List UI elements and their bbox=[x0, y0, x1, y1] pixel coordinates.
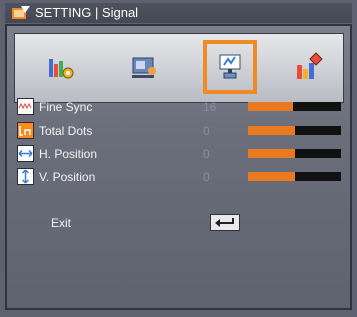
slider-total-dots[interactable] bbox=[248, 126, 341, 135]
osd-menu: SETTING | Signal Fine Sync 16 Total Dots… bbox=[0, 0, 357, 317]
menu-item-label: H. Position bbox=[39, 147, 98, 161]
display-settings-icon bbox=[132, 57, 156, 78]
slider-v-position[interactable] bbox=[248, 172, 341, 181]
menu-item-label: Total Dots bbox=[39, 124, 93, 138]
fine-sync-icon bbox=[17, 98, 34, 115]
options-icon bbox=[297, 52, 323, 79]
tab-setting[interactable] bbox=[203, 40, 257, 94]
menu-item-value: 16 bbox=[203, 100, 217, 114]
menu-item-fine-sync[interactable]: Fine Sync 16 bbox=[17, 97, 342, 117]
page-title: SETTING | Signal bbox=[35, 5, 139, 20]
tab-bar bbox=[14, 33, 344, 103]
tab-display[interactable] bbox=[117, 40, 171, 94]
setting-signal-icon bbox=[219, 54, 241, 79]
slider-fill bbox=[248, 126, 295, 135]
menu-item-total-dots[interactable]: Total Dots 0 bbox=[17, 121, 342, 141]
h-position-icon bbox=[17, 145, 34, 162]
menu-item-label: Fine Sync bbox=[39, 100, 93, 114]
enter-return-icon bbox=[215, 218, 234, 227]
slider-h-position[interactable] bbox=[248, 149, 341, 158]
setting-title-icon bbox=[12, 6, 30, 19]
menu-item-value: 0 bbox=[203, 147, 210, 161]
title-bar: SETTING | Signal bbox=[5, 3, 352, 23]
total-dots-icon bbox=[17, 122, 34, 139]
menu-item-label: V. Position bbox=[39, 170, 96, 184]
menu-item-h-position[interactable]: H. Position 0 bbox=[17, 144, 342, 164]
slider-fine-sync[interactable] bbox=[248, 102, 341, 111]
v-position-icon bbox=[17, 168, 34, 185]
exit-label[interactable]: Exit bbox=[51, 216, 71, 230]
slider-fill bbox=[248, 102, 293, 111]
menu-item-value: 0 bbox=[203, 124, 210, 138]
settings-panel: Fine Sync 16 Total Dots 0 H. Position 0 bbox=[5, 24, 352, 310]
tab-picture[interactable] bbox=[34, 40, 88, 94]
slider-fill bbox=[248, 149, 295, 158]
menu-item-value: 0 bbox=[203, 170, 210, 184]
exit-button[interactable] bbox=[210, 214, 240, 231]
slider-fill bbox=[248, 172, 295, 181]
menu-item-v-position[interactable]: V. Position 0 bbox=[17, 167, 342, 187]
picture-settings-icon bbox=[49, 59, 74, 79]
tab-options[interactable] bbox=[281, 40, 335, 94]
